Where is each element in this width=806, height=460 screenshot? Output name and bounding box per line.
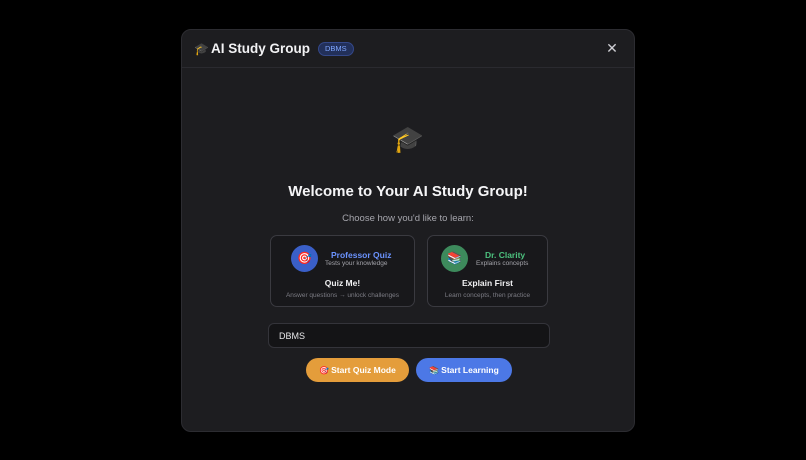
- persona-name: Dr. Clarity: [485, 250, 526, 260]
- topic-badge: DBMS: [318, 41, 354, 56]
- start-learning-label: Start Learning: [441, 365, 499, 375]
- study-group-modal: 🎓 AI Study Group DBMS ✕ 🎓 Welcome to You…: [181, 29, 635, 432]
- target-icon: 🎯: [291, 245, 318, 272]
- quiz-mode-card[interactable]: 🎯 Professor Quiz Tests your knowledge Qu…: [270, 235, 415, 307]
- books-icon: 📚: [429, 366, 440, 375]
- modal-header: 🎓 AI Study Group DBMS ✕: [182, 30, 634, 68]
- start-quiz-button[interactable]: 🎯 Start Quiz Mode: [306, 358, 409, 382]
- learn-mode-card[interactable]: 📚 Dr. Clarity Explains concepts Explain …: [427, 235, 548, 307]
- books-icon: 📚: [441, 245, 468, 272]
- welcome-heading: Welcome to Your AI Study Group!: [288, 183, 528, 200]
- persona-description: Explains concepts: [476, 260, 529, 267]
- welcome-subtitle: Choose how you'd like to learn:: [342, 213, 474, 224]
- persona-description: Tests your knowledge: [325, 260, 388, 267]
- modal-title: AI Study Group: [211, 41, 310, 56]
- target-icon: 🎯: [319, 366, 330, 375]
- graduation-cap-icon: 🎓: [194, 41, 209, 56]
- mode-title: Explain First: [461, 278, 513, 288]
- mode-description: Learn concepts, then practice: [444, 292, 531, 299]
- topic-input[interactable]: [268, 323, 550, 348]
- mode-title: Quiz Me!: [324, 278, 361, 288]
- close-icon[interactable]: ✕: [605, 40, 619, 56]
- hero-graduation-cap-icon: 🎓: [391, 124, 425, 154]
- start-quiz-label: Start Quiz Mode: [331, 365, 396, 375]
- mode-description: Answer questions → unlock challenges: [285, 292, 400, 299]
- start-learning-button[interactable]: 📚 Start Learning: [416, 358, 512, 382]
- persona-name: Professor Quiz: [331, 250, 392, 260]
